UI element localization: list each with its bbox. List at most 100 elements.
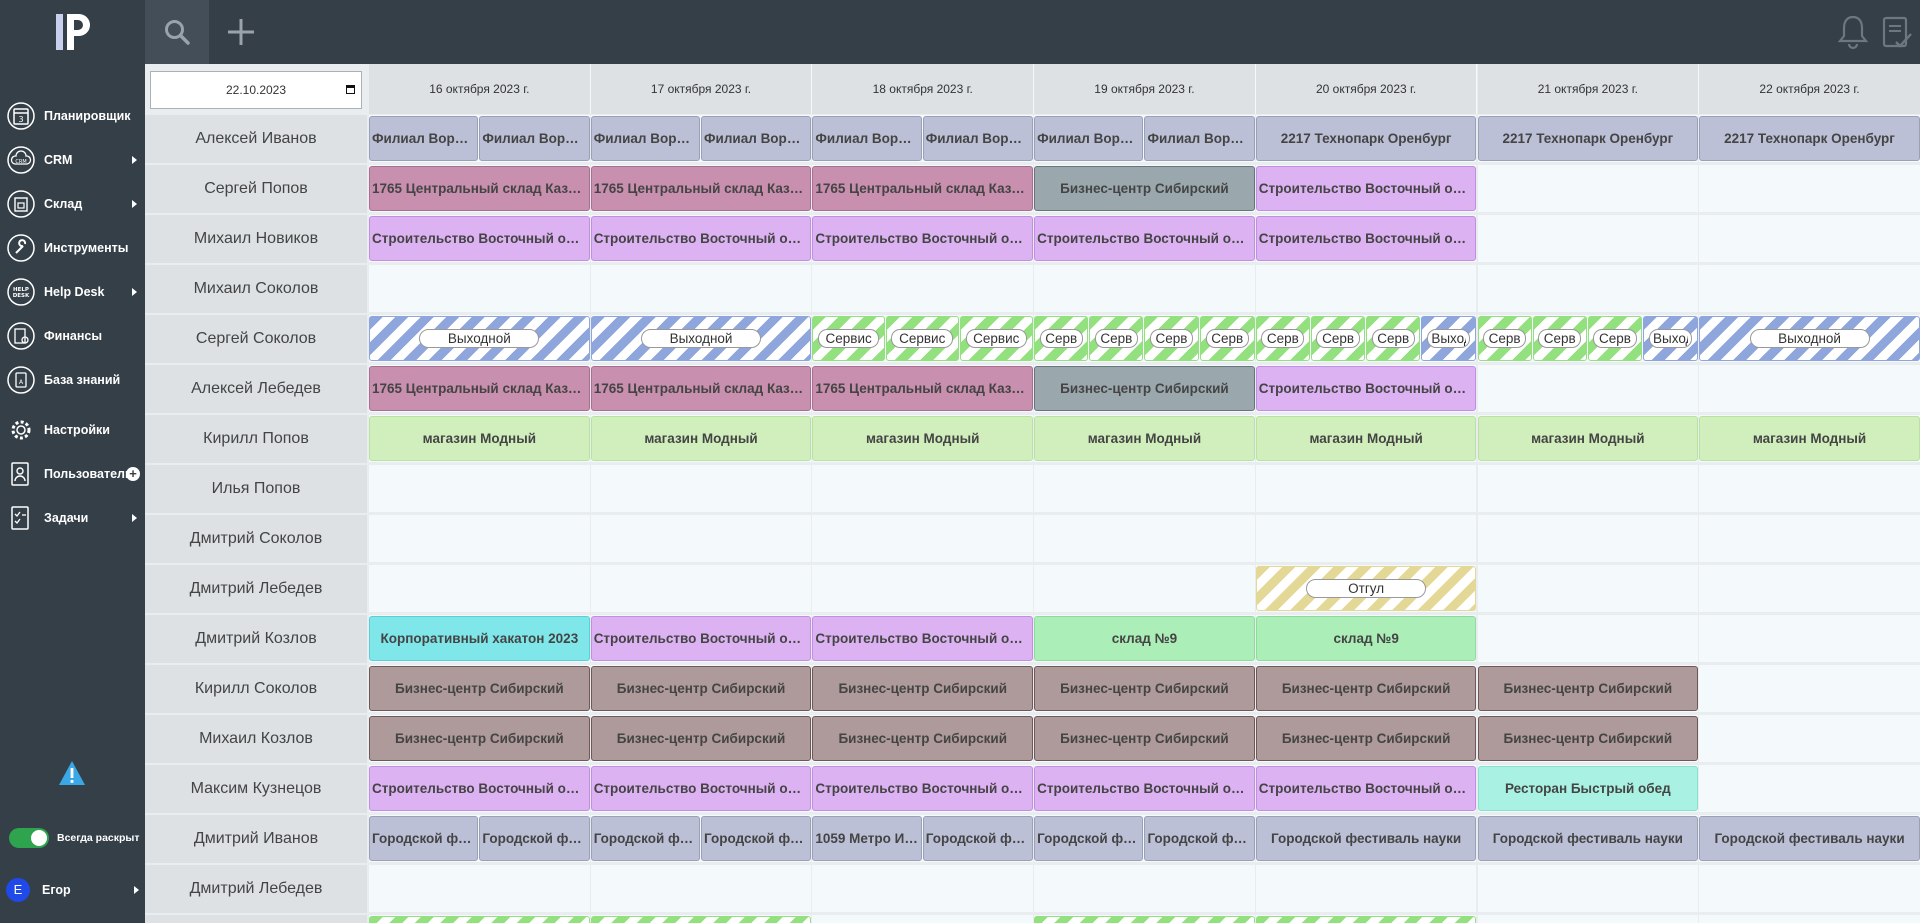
schedule-event[interactable]: склад №9 (1255, 616, 1477, 661)
schedule-cell[interactable] (369, 465, 590, 512)
schedule-cell[interactable]: Бизнес-центр Сибирский (1034, 165, 1255, 212)
schedule-event[interactable]: Строительство Восточный объект (590, 616, 812, 661)
schedule-cell[interactable] (590, 565, 812, 612)
schedule-cell[interactable]: Строительство Восточный объект (590, 215, 812, 262)
schedule-event[interactable]: Серв (1532, 316, 1587, 361)
employee-name[interactable]: Сергей Соколов (145, 315, 367, 363)
warning-icon[interactable] (58, 760, 86, 786)
schedule-cell[interactable]: Городской фестиваль науки (1255, 815, 1477, 862)
sidebar-item-finance[interactable]: Финансы (0, 314, 145, 358)
calendar-icon[interactable] (346, 85, 355, 94)
schedule-event[interactable]: Строительство Восточный объект (369, 216, 590, 261)
schedule-cell[interactable]: 1765 Центральный склад Казань (590, 365, 812, 412)
schedule-cell[interactable] (1699, 465, 1920, 512)
schedule-event[interactable]: 1765 Центральный склад Казань (369, 366, 590, 411)
schedule-event[interactable]: магазин Модный (1477, 416, 1699, 461)
schedule-cell[interactable] (1034, 265, 1255, 312)
schedule-cell[interactable] (1477, 265, 1699, 312)
schedule-event[interactable]: Строительство Восточный объект (369, 766, 590, 811)
schedule-event[interactable]: склад №9 (1034, 616, 1255, 661)
schedule-event[interactable]: магазин Модный (1255, 416, 1477, 461)
schedule-cell[interactable]: Строительство Восточный объект (1255, 765, 1477, 812)
schedule-cell[interactable]: Городской фестиваль науки Городской фести… (590, 815, 812, 862)
schedule-event[interactable]: Строительство Восточный объект (812, 616, 1034, 661)
schedule-cell[interactable] (1255, 515, 1477, 562)
employee-name[interactable]: Максим Кузнецов (145, 765, 367, 813)
schedule-event[interactable]: Городской фестиваль науки (1699, 816, 1920, 861)
schedule-cell[interactable]: Городской фестиваль науки Городской фести… (1034, 815, 1255, 862)
schedule-event[interactable] (369, 916, 590, 923)
schedule-cell[interactable]: Строительство Восточный объект (812, 765, 1034, 812)
schedule-event[interactable]: Филиал Воронеж (369, 116, 479, 161)
schedule-cell[interactable]: Бизнес-центр Сибирский (1255, 715, 1477, 762)
schedule-cell[interactable] (812, 565, 1034, 612)
schedule-cell[interactable]: магазин Модный (1477, 415, 1699, 462)
schedule-event[interactable]: Городской фестиваль науки (922, 816, 1034, 861)
schedule-cell[interactable] (1699, 715, 1920, 762)
schedule-event[interactable]: 1765 Центральный склад Казань (812, 166, 1034, 211)
schedule-cell[interactable] (590, 915, 812, 923)
employee-name[interactable]: Кирилл Соколов (145, 665, 367, 713)
schedule-cell[interactable]: магазин Модный (1034, 415, 1255, 462)
schedule-event[interactable]: Серв (1034, 316, 1089, 361)
schedule-cell[interactable]: Строительство Восточный объект (1255, 365, 1477, 412)
schedule-event[interactable]: Бизнес-центр Сибирский (1034, 166, 1255, 211)
schedule-event[interactable]: Серв (1366, 316, 1421, 361)
schedule-cell[interactable]: Строительство Восточный объект (812, 215, 1034, 262)
schedule-event[interactable]: Выходной (590, 316, 812, 361)
schedule-cell[interactable]: Строительство Восточный объект (812, 615, 1034, 662)
schedule-event[interactable] (590, 916, 812, 923)
schedule-cell[interactable]: 2217 Технопарк Оренбург (1255, 115, 1477, 162)
schedule-event[interactable]: Городской фестиваль науки (369, 816, 479, 861)
employee-name[interactable]: Дмитрий Лебедев (145, 865, 367, 913)
schedule-event[interactable]: 2217 Технопарк Оренбург (1699, 116, 1920, 161)
schedule-event[interactable]: Городской фестиваль науки (1034, 816, 1144, 861)
schedule-event[interactable]: Филиал Воронеж (812, 116, 922, 161)
schedule-cell[interactable]: Строительство Восточный объект (369, 765, 590, 812)
employee-name[interactable]: Алексей Лебедев (145, 365, 367, 413)
schedule-event[interactable]: Бизнес-центр Сибирский (590, 716, 812, 761)
schedule-cell[interactable]: Бизнес-центр Сибирский (1477, 715, 1699, 762)
schedule-event[interactable]: 1765 Центральный склад Казань (369, 166, 590, 211)
schedule-cell[interactable]: Строительство Восточный объект (1255, 165, 1477, 212)
schedule-cell[interactable]: Бизнес-центр Сибирский (1034, 665, 1255, 712)
schedule-event[interactable]: магазин Модный (590, 416, 812, 461)
schedule-event[interactable]: Сервис (812, 316, 885, 361)
task-list-icon[interactable] (1880, 14, 1914, 50)
schedule-cell[interactable] (1255, 465, 1477, 512)
schedule-cell[interactable] (1699, 865, 1920, 912)
schedule-event[interactable]: Городской фестиваль науки (479, 816, 590, 861)
schedule-event[interactable]: Бизнес-центр Сибирский (369, 716, 590, 761)
schedule-cell[interactable] (1477, 615, 1699, 662)
schedule-cell[interactable] (590, 515, 812, 562)
schedule-cell[interactable] (1477, 515, 1699, 562)
schedule-event[interactable]: Бизнес-центр Сибирский (1477, 716, 1699, 761)
schedule-cell[interactable] (1034, 565, 1255, 612)
schedule-cell[interactable]: Бизнес-центр Сибирский (369, 715, 590, 762)
schedule-event[interactable]: Строительство Восточный объект (812, 216, 1034, 261)
sidebar-item-knowledge-base[interactable]: A База знаний (0, 358, 145, 402)
schedule-cell[interactable]: Бизнес-центр Сибирский (1477, 665, 1699, 712)
sidebar-item-warehouse[interactable]: Склад (0, 182, 145, 226)
schedule-event[interactable]: Бизнес-центр Сибирский (369, 666, 590, 711)
schedule-event[interactable]: Бизнес-центр Сибирский (590, 666, 812, 711)
employee-name[interactable]: Сергей Попов (145, 165, 367, 213)
schedule-event[interactable]: Бизнес-центр Сибирский (812, 716, 1034, 761)
schedule-event[interactable]: Строительство Восточный объект (590, 766, 812, 811)
schedule-event[interactable]: 1765 Центральный склад Казань (812, 366, 1034, 411)
schedule-event[interactable]: Филиал Воронеж (701, 116, 812, 161)
schedule-event[interactable]: 1765 Центральный склад Казань (590, 166, 812, 211)
schedule-cell[interactable]: склад №9 (1255, 615, 1477, 662)
schedule-cell[interactable]: Выходной (1699, 315, 1920, 362)
notifications-bell-icon[interactable] (1836, 14, 1870, 50)
schedule-cell[interactable]: 2217 Технопарк Оренбург (1477, 115, 1699, 162)
schedule-event[interactable]: Строительство Восточный объект (1255, 216, 1477, 261)
schedule-event[interactable]: Бизнес-центр Сибирский (1255, 716, 1477, 761)
schedule-cell[interactable] (1477, 915, 1699, 923)
schedule-cell[interactable] (812, 265, 1034, 312)
schedule-cell[interactable]: Бизнес-центр Сибирский (369, 665, 590, 712)
schedule-cell[interactable]: Строительство Восточный объект (1034, 765, 1255, 812)
schedule-event[interactable]: Выходной (369, 316, 590, 361)
schedule-event[interactable]: Сервис (885, 316, 959, 361)
schedule-event[interactable]: Строительство Восточный объект (1034, 216, 1255, 261)
